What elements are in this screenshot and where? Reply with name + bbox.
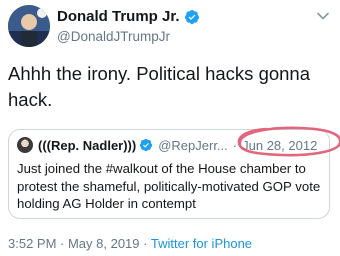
tweet-meta: 3:52 PM · May 8, 2019 · Twitter for iPho… (8, 236, 252, 251)
author-handle[interactable]: @DonaldJTrumpJr (57, 29, 170, 44)
avatar[interactable] (8, 5, 50, 47)
quoted-handle[interactable]: @RepJerr... (158, 138, 228, 153)
chevron-down-icon[interactable] (316, 9, 330, 23)
author-name-row: Donald Trump Jr. (57, 8, 200, 25)
separator-dot: · (232, 137, 238, 153)
tweet-source-link[interactable]: Twitter for iPhone (151, 236, 252, 251)
quoted-tweet-header: (((Rep. Nadler))) @RepJerr... · Jun 28, … (17, 137, 317, 153)
verified-badge-icon (184, 9, 199, 24)
author-display-name[interactable]: Donald Trump Jr. (57, 8, 180, 25)
quoted-avatar[interactable] (17, 137, 33, 153)
verified-badge-icon (140, 138, 153, 152)
quoted-tweet-text: Just joined the #walkout of the House ch… (17, 161, 321, 211)
tweet-timestamp[interactable]: 3:52 PM · May 8, 2019 (8, 236, 140, 251)
meta-separator: · (143, 236, 148, 251)
tweet-text: Ahhh the irony. Political hacks gonna ha… (8, 63, 311, 110)
quoted-tweet-card[interactable]: (((Rep. Nadler))) @RepJerr... · Jun 28, … (8, 129, 330, 219)
quoted-date[interactable]: Jun 28, 2012 (242, 138, 317, 153)
quoted-display-name[interactable]: (((Rep. Nadler))) (38, 138, 136, 153)
